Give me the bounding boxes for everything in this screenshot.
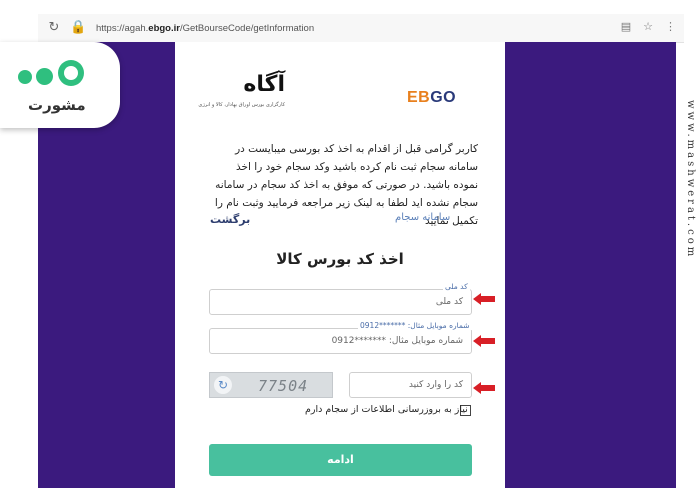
mobile-label: شماره موبایل مثال: *******0912: [358, 321, 472, 330]
arrow-left-icon: [473, 293, 495, 305]
national-code-input[interactable]: کد ملی: [209, 289, 472, 315]
star-icon[interactable]: ☆: [643, 20, 653, 33]
arrow-left-icon: [473, 335, 495, 347]
reload-icon[interactable]: ↻: [46, 20, 62, 36]
agah-logo: آگاه کارگزاری بورس اوراق بهادار، کالا و …: [198, 72, 285, 116]
arrow-left-icon: [473, 382, 495, 394]
menu-icon[interactable]: ⋮: [665, 20, 676, 33]
mashwerat-logo: مشورت: [0, 42, 120, 128]
browser-address-bar: ↻ 🔒 https://agah.ebgo.ir/GetBourseCode/g…: [38, 14, 684, 43]
mashwerat-logo-text: مشورت: [28, 96, 86, 114]
form-title: اخذ کد بورس کالا: [276, 250, 404, 268]
captcha-refresh-icon[interactable]: ↻: [214, 376, 232, 394]
captcha-input[interactable]: کد را وارد کنید: [349, 372, 472, 398]
mobile-input[interactable]: شماره موبایل مثال: *******0912: [209, 328, 472, 354]
lock-icon[interactable]: 🔒: [70, 20, 86, 36]
url-text[interactable]: https://agah.ebgo.ir/GetBourseCode/getIn…: [96, 23, 314, 34]
continue-button[interactable]: ادامه: [209, 444, 472, 476]
national-code-label: کد ملی: [443, 282, 470, 291]
agah-logo-text: آگاه: [243, 72, 285, 97]
agah-tagline: کارگزاری بورس اوراق بهادار، کالا و انرژی: [198, 102, 285, 108]
sajam-link[interactable]: سامانه سجام: [395, 212, 450, 223]
back-link[interactable]: برگشت: [210, 213, 250, 226]
watermark-side-text: www.mashwerat.com: [685, 100, 696, 260]
sajam-update-label: نیاز به بروزرسانی اطلاعات از سجام دارم: [305, 404, 468, 415]
reader-icon[interactable]: ▤: [621, 20, 631, 33]
ebgo-logo: EBGO: [407, 89, 457, 106]
captcha-code: 77504: [258, 377, 309, 395]
captcha-image: ↻ 77504: [209, 372, 333, 398]
